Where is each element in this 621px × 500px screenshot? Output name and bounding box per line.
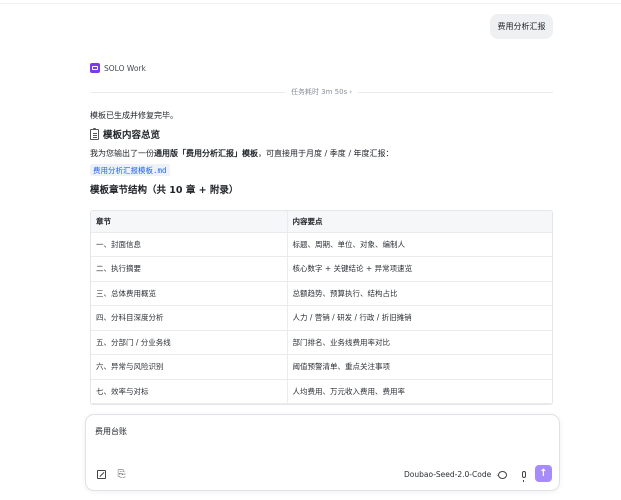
reply-done-line: 模板已生成并修复完毕。 bbox=[90, 111, 178, 120]
template-file-link[interactable]: 费用分析汇报模板.md bbox=[90, 164, 170, 176]
intro-prefix: 我为您输出了一份 bbox=[90, 149, 154, 158]
composer-input[interactable]: 费用台账 bbox=[95, 426, 127, 437]
solo-logo-icon bbox=[90, 63, 100, 73]
top-divider bbox=[0, 0, 621, 4]
task-duration-row[interactable]: 任务耗时 3m 50s › bbox=[90, 86, 553, 98]
cell-content: 人均费用、万元收入费用、费用率 bbox=[287, 379, 552, 404]
cell-chapter: 五、分部门 / 分业务线 bbox=[91, 330, 288, 355]
table-row: 一、封面信息 标题、周期、单位、对象、编制人 bbox=[91, 232, 552, 257]
chapter-table: 章节 内容要点 一、封面信息 标题、周期、单位、对象、编制人 二、执行摘要 核心数字… bbox=[90, 210, 553, 405]
cell-chapter: 三、总体费用概览 bbox=[91, 281, 288, 306]
cell-content: 部门排名、业务线费用率对比 bbox=[287, 330, 552, 355]
agent-header: SOLO Work bbox=[90, 63, 146, 73]
duration-divider-right bbox=[358, 91, 553, 93]
model-selector[interactable]: Doubao-Seed-2.0-Code ⌄ bbox=[404, 469, 500, 480]
send-button[interactable]: ↑ bbox=[535, 465, 552, 482]
microphone-icon[interactable] bbox=[518, 469, 529, 482]
cell-content: 总额趋势、预算执行、结构占比 bbox=[287, 281, 552, 306]
table-row: 五、分部门 / 分业务线 部门排名、业务线费用率对比 bbox=[91, 330, 552, 355]
cell-chapter: 四、分科目深度分析 bbox=[91, 305, 288, 331]
clipboard-icon bbox=[90, 127, 99, 140]
attach-icon[interactable]: ⎘ bbox=[116, 469, 127, 480]
duration-divider-left bbox=[90, 91, 285, 93]
message-composer[interactable]: 费用台账 ⎘ Doubao-Seed-2.0-Code ⌄ ↑ bbox=[85, 414, 560, 491]
overview-heading-text: 模板内容总览 bbox=[103, 130, 161, 141]
table-row: 二、执行摘要 核心数字 + 关键结论 + 异常项速览 bbox=[91, 256, 552, 282]
intro-bold: 通用版「费用分析汇报」模板 bbox=[154, 149, 258, 158]
cell-content: 人力 / 营销 / 研发 / 行政 / 折旧摊销 bbox=[287, 305, 552, 331]
reply-intro-line: 我为您输出了一份通用版「费用分析汇报」模板，可直接用于月度 / 季度 / 年度汇… bbox=[90, 148, 394, 159]
cell-chapter: 六、异常与风险识别 bbox=[91, 354, 288, 380]
header-content: 内容要点 bbox=[287, 211, 552, 233]
table-row: 四、分科目深度分析 人力 / 营销 / 研发 / 行政 / 折旧摊销 bbox=[91, 305, 552, 331]
cell-content: 核心数字 + 关键结论 + 异常项速览 bbox=[287, 256, 552, 282]
agent-name: SOLO Work bbox=[104, 63, 146, 73]
header-chapter: 章节 bbox=[91, 211, 288, 233]
cell-content: 标题、周期、单位、对象、编制人 bbox=[287, 232, 552, 257]
table-row: 六、异常与风险识别 阈值预警清单、重点关注事项 bbox=[91, 354, 552, 380]
table-header-row: 章节 内容要点 bbox=[91, 211, 552, 233]
task-duration-text: 任务耗时 3m 50s bbox=[290, 88, 348, 96]
cell-chapter: 一、封面信息 bbox=[91, 232, 288, 257]
intro-suffix: ，可直接用于月度 / 季度 / 年度汇报： bbox=[258, 149, 394, 158]
model-name: Doubao-Seed-2.0-Code bbox=[404, 470, 492, 479]
cell-chapter: 七、效率与对标 bbox=[91, 379, 288, 404]
chevron-right-icon: › bbox=[349, 88, 353, 96]
user-message-bubble: 费用分析汇报 bbox=[490, 14, 553, 39]
cell-chapter: 二、执行摘要 bbox=[91, 256, 288, 282]
overview-heading: 模板内容总览 bbox=[90, 127, 160, 141]
chat-icon[interactable] bbox=[497, 469, 508, 480]
table-row: 三、总体费用概览 总额趋势、预算执行、结构占比 bbox=[91, 281, 552, 306]
cell-content: 阈值预警清单、重点关注事项 bbox=[287, 354, 552, 380]
edit-icon[interactable] bbox=[96, 469, 107, 480]
structure-heading: 模板章节结构（共 10 章 + 附录） bbox=[90, 185, 239, 196]
table-row: 七、效率与对标 人均费用、万元收入费用、费用率 bbox=[91, 379, 552, 404]
task-duration-toggle[interactable]: 任务耗时 3m 50s › bbox=[285, 87, 358, 97]
